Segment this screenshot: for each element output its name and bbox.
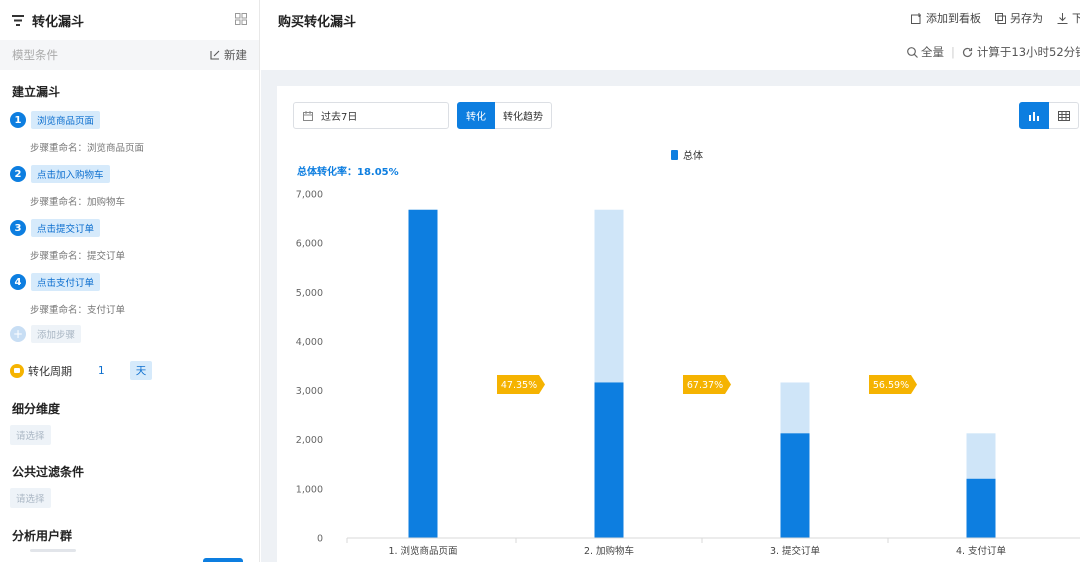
- header-actions: 添加到看板 另存为 下: [911, 10, 1080, 26]
- copy-icon: [995, 12, 1006, 24]
- bar-total: [594, 382, 624, 538]
- step-rename-text[interactable]: 步骤重命名：浏览商品页面: [30, 140, 144, 154]
- y-tick-label: 4,000: [296, 337, 323, 348]
- conversion-rate-label: 56.59%: [873, 380, 909, 391]
- main-area: 购买转化漏斗 添加到看板 另存为 下 全量 | 计算于13小时52分钟 过去7日…: [261, 0, 1080, 562]
- search-icon: [907, 46, 918, 58]
- dimension-title: 细分维度: [12, 402, 61, 416]
- legend-swatch: [671, 150, 678, 160]
- add-step-button[interactable]: + 添加步骤: [10, 325, 82, 343]
- grid-icon[interactable]: [235, 12, 247, 28]
- run-button[interactable]: [203, 558, 243, 562]
- step-event-tag[interactable]: 点击加入购物车: [31, 165, 110, 183]
- y-tick-label: 5,000: [296, 288, 323, 299]
- step-event-tag[interactable]: 点击支付订单: [31, 273, 101, 291]
- funnel-step-1[interactable]: 1 浏览商品页面: [10, 111, 101, 129]
- x-tick-label: 1. 浏览商品页面: [388, 545, 457, 557]
- download-label: 下: [1072, 12, 1080, 25]
- filter-title: 公共过滤条件: [12, 465, 85, 479]
- model-conditions-bar: 模型条件 新建: [0, 40, 259, 70]
- save-as-label: 另存为: [1010, 12, 1043, 25]
- conversion-rate-label: 47.35%: [501, 380, 537, 391]
- step-event-tag[interactable]: 浏览商品页面: [31, 111, 101, 129]
- plus-icon: +: [10, 326, 26, 342]
- conversion-rate-badge: 67.37%: [683, 375, 731, 394]
- overall-conversion-rate: 总体转化率：18.05%: [297, 165, 399, 178]
- step-rename-text[interactable]: 步骤重命名：提交订单: [30, 248, 125, 262]
- filter-select[interactable]: 请选择: [10, 488, 51, 508]
- filter-icon: [12, 14, 24, 26]
- new-button-label: 新建: [224, 48, 247, 62]
- x-tick-label: 3. 提交订单: [770, 545, 821, 557]
- scope-select[interactable]: 全量: [921, 44, 944, 60]
- add-step-label: 添加步骤: [31, 325, 82, 343]
- refresh-icon[interactable]: [962, 47, 973, 58]
- add-to-board-button[interactable]: 添加到看板: [911, 10, 981, 26]
- funnel-step-4[interactable]: 4 点击支付订单: [10, 273, 101, 291]
- download-icon: [1057, 12, 1068, 24]
- sidebar: 转化漏斗 模型条件 新建 建立漏斗 1 浏览商品页面 步骤重命名：浏览商品页面 …: [0, 0, 260, 562]
- add-to-board-label: 添加到看板: [926, 12, 981, 25]
- y-tick-label: 3,000: [296, 386, 323, 397]
- y-tick-label: 2,000: [296, 435, 323, 446]
- scrollbar-thumb[interactable]: [30, 549, 76, 552]
- step-rename-text[interactable]: 步骤重命名：支付订单: [30, 302, 125, 316]
- new-button[interactable]: 新建: [210, 47, 247, 63]
- build-funnel-title: 建立漏斗: [12, 85, 61, 99]
- step-rename-text[interactable]: 步骤重命名：加购物车: [30, 194, 125, 208]
- save-as-button[interactable]: 另存为: [995, 10, 1043, 26]
- step-number: 1: [10, 112, 26, 128]
- conversion-rate-badge: 47.35%: [497, 375, 545, 394]
- add-to-board-icon: [911, 12, 921, 24]
- step-event-tag[interactable]: 点击提交订单: [31, 219, 101, 237]
- divider: |: [951, 45, 955, 59]
- step-number: 3: [10, 220, 26, 236]
- calendar-icon: [10, 363, 24, 378]
- y-tick-label: 7,000: [296, 190, 323, 201]
- funnel-step-2[interactable]: 2 点击加入购物车: [10, 165, 110, 183]
- conversion-rate-badge: 56.59%: [869, 375, 917, 394]
- user-group-title: 分析用户群: [12, 529, 73, 543]
- y-tick-label: 1,000: [296, 484, 323, 495]
- header: 购买转化漏斗 添加到看板 另存为 下 全量 | 计算于13小时52分钟: [261, 0, 1080, 70]
- y-tick-label: 0: [317, 534, 323, 545]
- bar-total: [966, 478, 996, 538]
- page-title: 购买转化漏斗: [278, 15, 357, 30]
- sidebar-title: 转化漏斗: [32, 14, 85, 30]
- funnel-bar-chart: 0 1,000 2,000 3,000 4,000 5,000 6,000 7,000 1. 浏…: [296, 149, 1080, 557]
- conversion-period-unit-select[interactable]: 天: [129, 361, 153, 380]
- step-number: 2: [10, 166, 26, 182]
- compute-status-bar: 全量 | 计算于13小时52分钟: [907, 44, 1080, 60]
- x-tick-label: 2. 加购物车: [584, 545, 634, 557]
- sidebar-scrollbar[interactable]: [0, 549, 259, 552]
- step-number: 4: [10, 274, 26, 290]
- legend-label: 总体: [683, 149, 703, 162]
- conversion-period-label: 转化周期: [28, 364, 72, 378]
- funnel-step-3[interactable]: 3 点击提交订单: [10, 219, 101, 237]
- conversion-rate-label: 67.37%: [687, 380, 723, 391]
- y-tick-label: 6,000: [296, 239, 323, 250]
- x-tick-label: 4. 支付订单: [956, 545, 1007, 557]
- dimension-select[interactable]: 请选择: [10, 425, 51, 445]
- bar-total: [780, 433, 810, 538]
- model-conditions-label: 模型条件: [12, 48, 58, 62]
- download-button[interactable]: 下: [1057, 10, 1080, 26]
- compute-status-text: 计算于13小时52分钟: [976, 45, 1080, 59]
- bar-total: [408, 209, 438, 538]
- new-icon: [210, 50, 220, 60]
- sidebar-header: 转化漏斗: [0, 0, 259, 40]
- conversion-period-input[interactable]: 1: [98, 365, 105, 377]
- conversion-period-row: 转化周期 1 天: [10, 361, 153, 380]
- chart-panel: 过去7日 转化 转化趋势 0 1,000 2,000 3,000 4,000 5,000 6…: [277, 86, 1080, 562]
